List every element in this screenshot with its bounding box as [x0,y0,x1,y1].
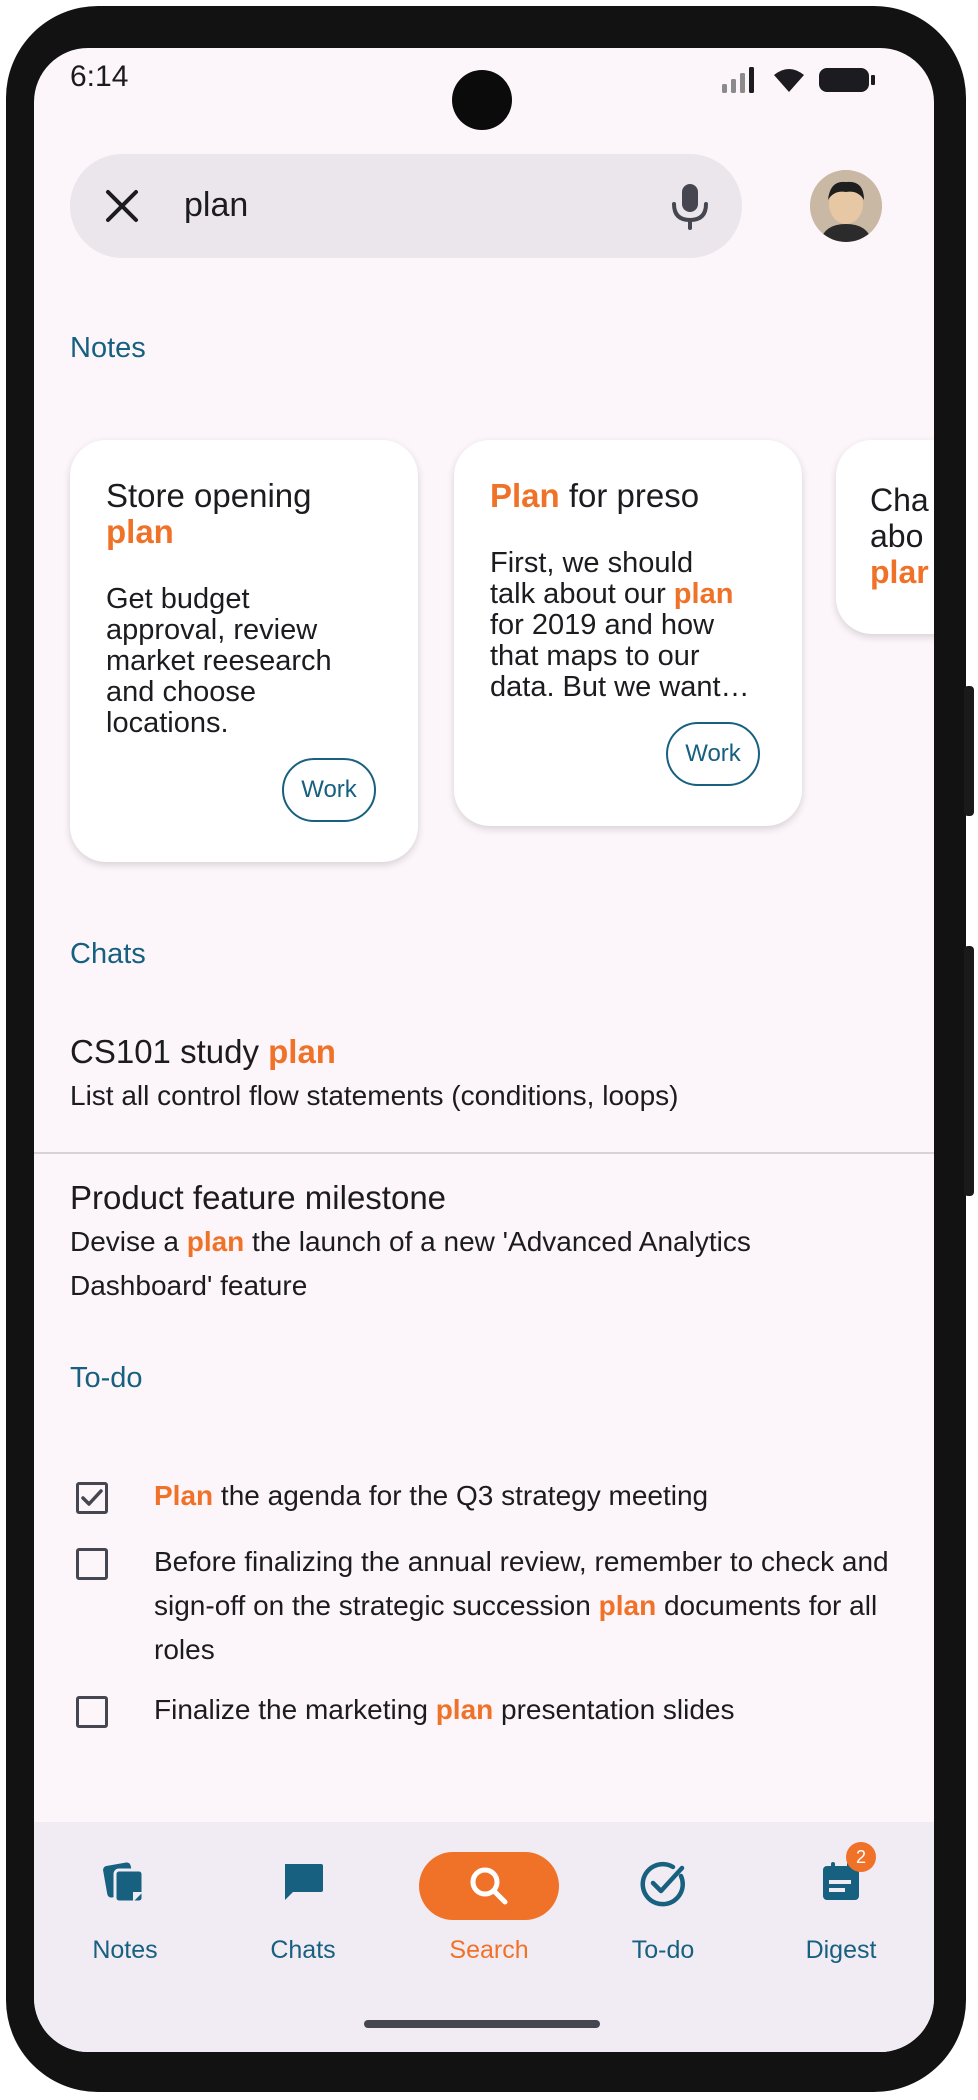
home-indicator[interactable] [364,2020,600,2028]
nav-label: Search [449,1936,529,1964]
nav-item-search[interactable]: Search [414,1852,564,1982]
note-title-text: for preso [559,477,700,514]
todo-item[interactable]: Finalize the marketing plan presentation… [76,1682,896,1742]
note-body-highlight: plan [673,578,734,610]
search-icon [470,1867,508,1905]
chat-title: CS101 study plan [70,1032,900,1072]
bottom-navigation: Notes Chats Search To-do 2 Digest [34,1822,934,2052]
chat-snippet: List all control flow statements (condit… [70,1080,679,1111]
note-body-line: data. But we want… [490,671,750,703]
checkmark-icon [81,1489,103,1506]
note-card-plan-for-preso[interactable]: Plan for preso First, we should talk abo… [454,440,802,826]
note-title-highlight: Plan [490,477,560,514]
nav-item-digest[interactable]: 2 Digest [766,1842,916,1982]
todo-highlight: plan [598,1590,657,1621]
check-circle-icon [640,1861,685,1907]
microphone-icon[interactable] [668,180,712,232]
note-body-line: locations. [106,707,229,739]
note-title: Store opening plan [106,478,388,550]
wifi-icon [774,69,804,92]
checkbox-checked[interactable] [76,1482,108,1514]
todo-highlight: plan [435,1694,494,1725]
notification-badge: 2 [846,1842,876,1872]
search-input[interactable]: plan [184,186,248,225]
todo-text-part: the agenda for the Q3 strategy meeting [213,1480,709,1511]
note-body: Get budget approval, review market reese… [106,584,394,739]
note-title-text: Store opening [106,477,312,514]
note-body-line: approval, review [106,614,318,646]
note-body-line: and choose [106,676,256,708]
nav-label: Chats [270,1936,336,1964]
todo-item[interactable]: Plan the agenda for the Q3 strategy meet… [76,1470,896,1530]
note-card-store-opening[interactable]: Store opening plan Get budget approval, … [70,440,418,862]
label-chip-work[interactable]: Work [666,722,760,786]
front-camera [452,70,512,130]
note-title-highlight: plan [106,513,174,550]
note-body-line: talk about our plan [490,579,778,610]
chat-snippet: Devise a plan the launch of a new 'Advan… [70,1220,900,1308]
screen: 6:14 plan Notes Store opening plan Get b… [34,48,934,2052]
chat-divider [34,1152,934,1154]
search-bar[interactable]: plan [70,154,742,258]
todo-text: Before finalizing the annual review, rem… [154,1540,894,1672]
chat-item-cs101[interactable]: CS101 study plan List all control flow s… [70,1032,900,1118]
checkbox-unchecked[interactable] [76,1548,108,1580]
note-body-line: Get budget [106,583,250,615]
signal-icon [722,67,754,93]
note-body-line: abo [870,518,924,554]
todo-text-part: Finalize the marketing [154,1694,436,1725]
side-button-bottom [964,946,974,1196]
note-body-highlight: plar [870,554,929,590]
notes-icon [103,1862,145,1904]
note-body-line: First, we should [490,547,694,579]
status-bar: 6:14 [34,48,934,130]
label-chip-work[interactable]: Work [282,758,376,822]
side-button-top [964,686,974,816]
note-body: First, we should talk about our plan for… [490,548,778,703]
close-icon[interactable] [100,184,144,228]
chat-title-highlight: plan [268,1033,336,1070]
note-title: Plan for preso [490,478,772,514]
nav-item-notes[interactable]: Notes [50,1852,200,1982]
chat-snippet-highlight: plan [186,1226,245,1257]
todo-text-part: presentation slides [493,1694,735,1725]
note-body-line: Cha [870,482,929,518]
note-body-text: talk about our [490,578,674,610]
note-body-line: market reesearch [106,645,332,677]
chat-item-product-feature[interactable]: Product feature milestone Devise a plan … [70,1178,900,1308]
todo-text: Finalize the marketing plan presentation… [154,1688,894,1732]
chat-snippet-text: Devise a [70,1226,187,1257]
status-icons [720,66,876,94]
chat-title: Product feature milestone [70,1179,447,1216]
note-body: Cha abo plar [870,482,934,590]
note-body-line: for 2019 and how [490,609,715,641]
note-card-partial[interactable]: Cha abo plar [836,440,934,634]
nav-label: To-do [631,1936,695,1964]
avatar[interactable] [810,170,882,242]
checkbox-unchecked[interactable] [76,1696,108,1728]
todo-item[interactable]: Before finalizing the annual review, rem… [76,1534,896,1674]
section-title-chats: Chats [70,938,146,970]
nav-item-chats[interactable]: Chats [228,1852,378,1982]
avatar-photo-icon [810,170,882,242]
nav-label: Notes [92,1936,158,1964]
section-title-notes: Notes [70,332,146,364]
chat-icon [285,1864,323,1900]
status-time: 6:14 [70,60,129,93]
note-body-line: that maps to our [490,640,700,672]
battery-icon [819,68,875,92]
nav-item-todo[interactable]: To-do [588,1852,738,1982]
section-title-todo: To-do [70,1362,143,1394]
chat-title-text: CS101 study [70,1033,269,1070]
todo-highlight: Plan [154,1480,214,1511]
todo-text: Plan the agenda for the Q3 strategy meet… [154,1474,894,1518]
nav-label: Digest [805,1936,877,1964]
